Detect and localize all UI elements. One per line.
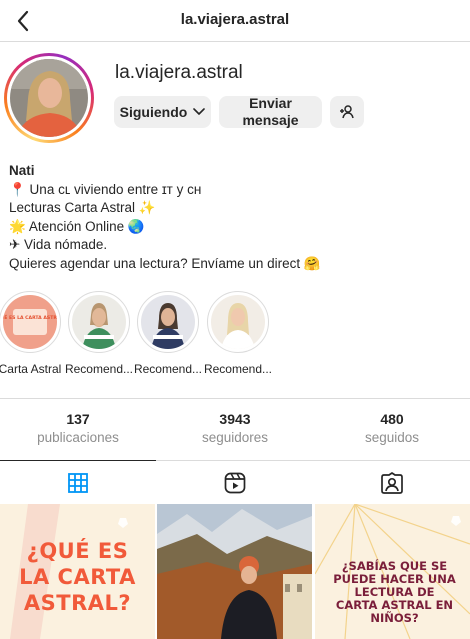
bio-name: Nati bbox=[9, 163, 35, 178]
profile-username: la.viajera.astral bbox=[115, 62, 243, 83]
bio-line: Lecturas Carta Astral ✨ bbox=[9, 200, 156, 215]
highlight-recomend-1[interactable]: Recomend... bbox=[63, 291, 135, 376]
stat-label: seguidores bbox=[201, 430, 269, 445]
highlight-cover bbox=[72, 295, 126, 349]
profile-tabs bbox=[0, 460, 470, 504]
post-caption: ¿QUÉ ES LA CARTA ASTRAL? bbox=[19, 539, 136, 615]
send-message-label: Enviar mensaje bbox=[242, 95, 299, 128]
highlight-carta-astral[interactable]: ¿QUÉ ES LA CARTA ASTRAL? Carta Astral bbox=[0, 291, 66, 376]
chevron-down-icon bbox=[193, 108, 206, 115]
stat-label: seguidos bbox=[364, 430, 420, 445]
post-caption: ¿SABÍAS QUE SE PUEDE HACER UNA LECTURA D… bbox=[333, 559, 456, 625]
post-thumbnail[interactable] bbox=[157, 504, 312, 639]
highlight-recomend-3[interactable]: Recomend... bbox=[202, 291, 274, 376]
bio-line: 🌟 Atención Online 🌏 bbox=[9, 218, 145, 234]
add-person-icon bbox=[340, 105, 354, 119]
post-thumbnail[interactable]: ¿SABÍAS QUE SE PUEDE HACER UNA LECTURA D… bbox=[315, 504, 470, 639]
highlight-recomend-2[interactable]: Recomend... bbox=[132, 291, 204, 376]
tab-tagged[interactable] bbox=[314, 461, 470, 505]
stat-value: 480 bbox=[380, 411, 404, 427]
stat-posts[interactable]: 137 publicaciones bbox=[0, 411, 156, 445]
post-thumbnail[interactable]: ¿QUÉ ES LA CARTA ASTRAL? bbox=[0, 504, 155, 639]
highlight-label: Recomend... bbox=[64, 362, 134, 376]
grid-icon bbox=[68, 472, 88, 493]
tab-posts[interactable] bbox=[0, 460, 156, 504]
highlight-cover bbox=[141, 295, 195, 349]
tab-reels[interactable] bbox=[157, 461, 313, 505]
tagged-icon bbox=[381, 472, 403, 494]
highlight-label: Recomend... bbox=[133, 362, 203, 376]
bio-line: ✈ Vida nómade. bbox=[9, 237, 108, 252]
highlight-label: Carta Astral bbox=[0, 362, 62, 376]
stat-followers[interactable]: 3943 seguidores bbox=[157, 411, 313, 445]
highlight-label: Recomend... bbox=[203, 362, 273, 376]
avatar bbox=[10, 59, 88, 137]
avatar-story-ring[interactable] bbox=[4, 53, 94, 143]
suggest-accounts-button[interactable] bbox=[330, 96, 364, 128]
send-message-button[interactable]: Enviar mensaje bbox=[219, 95, 322, 128]
top-bar: la.viajera.astral bbox=[0, 0, 470, 42]
following-label: Siguiendo bbox=[119, 103, 188, 120]
stat-value: 3943 bbox=[219, 411, 251, 427]
divider bbox=[0, 398, 470, 399]
stat-following[interactable]: 480 seguidos bbox=[314, 411, 470, 445]
page-title: la.viajera.astral bbox=[180, 11, 290, 28]
bio-line: 📍 Una ᴄʟ viviendo entre ɪᴛ y ᴄʜ bbox=[9, 181, 202, 197]
highlight-cover: ¿QUÉ ES LA CARTA ASTRAL? bbox=[3, 295, 57, 349]
stat-label: publicaciones bbox=[37, 430, 119, 445]
bio-line: Quieres agendar una lectura? Envíame un … bbox=[9, 255, 321, 271]
reels-icon bbox=[224, 472, 246, 494]
profile-bio: Nati 📍 Una ᴄʟ viviendo entre ɪᴛ y ᴄʜ Lec… bbox=[9, 162, 321, 273]
following-button[interactable]: Siguiendo bbox=[114, 96, 211, 128]
highlight-cover bbox=[211, 295, 265, 349]
stat-value: 137 bbox=[66, 411, 90, 427]
